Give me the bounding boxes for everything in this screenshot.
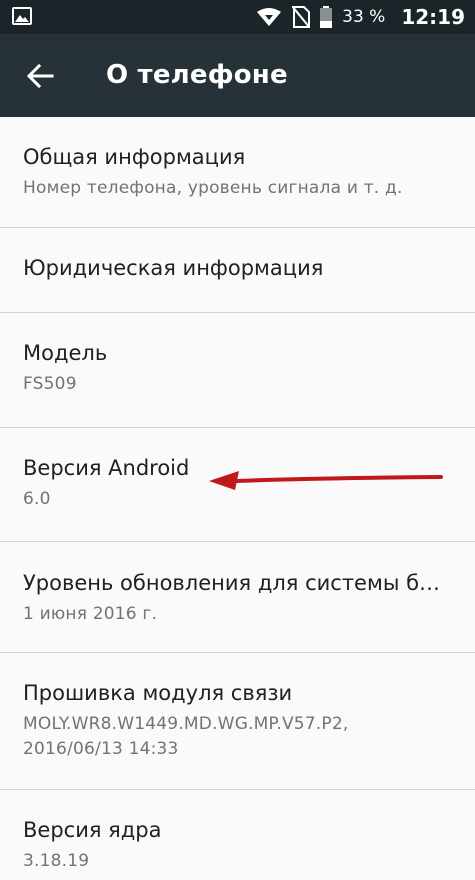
battery-icon [320,6,333,28]
list-item-model[interactable]: Модель FS509 [0,313,475,428]
app-bar: О телефоне [0,34,475,117]
list-item-baseband-version[interactable]: Прошивка модуля связи MOLY.WR8.W1449.MD.… [0,653,475,790]
item-title: Общая информация [23,145,246,169]
item-subtitle: Номер телефона, уровень сигнала и т. д. [23,178,403,198]
status-bar: 33 % 12:19 [0,0,475,34]
settings-list: Общая информация Номер телефона, уровень… [0,117,475,880]
page-title: О телефоне [106,60,288,90]
item-subtitle: 3.18.19 [23,851,90,871]
list-item-general-info[interactable]: Общая информация Номер телефона, уровень… [0,117,475,228]
no-sim-icon [292,6,311,28]
gallery-icon [12,7,32,25]
item-subtitle: FS509 [23,374,77,394]
item-subtitle: 1 июня 2016 г. [23,604,158,624]
item-subtitle: 6.0 [23,489,51,509]
list-item-legal-info[interactable]: Юридическая информация [0,228,475,313]
wifi-icon [257,8,282,26]
item-title: Прошивка модуля связи [23,681,293,705]
item-title: Уровень обновления для системы б… [23,571,441,595]
item-subtitle: MOLY.WR8.W1449.MD.WG.MP.V57.P2, [23,714,349,734]
item-title: Юридическая информация [23,256,324,280]
item-title: Модель [23,341,108,365]
back-arrow-icon[interactable] [24,60,56,92]
annotation-arrow-icon [209,471,443,490]
battery-percentage: 33 % [342,7,386,27]
list-item-security-patch[interactable]: Уровень обновления для системы б… 1 июня… [0,542,475,653]
clock: 12:19 [401,5,465,29]
list-item-kernel-version[interactable]: Версия ядра 3.18.19 [0,790,475,880]
item-title: Версия ядра [23,818,162,842]
item-subtitle-line2: 2016/06/13 14:33 [23,739,179,759]
